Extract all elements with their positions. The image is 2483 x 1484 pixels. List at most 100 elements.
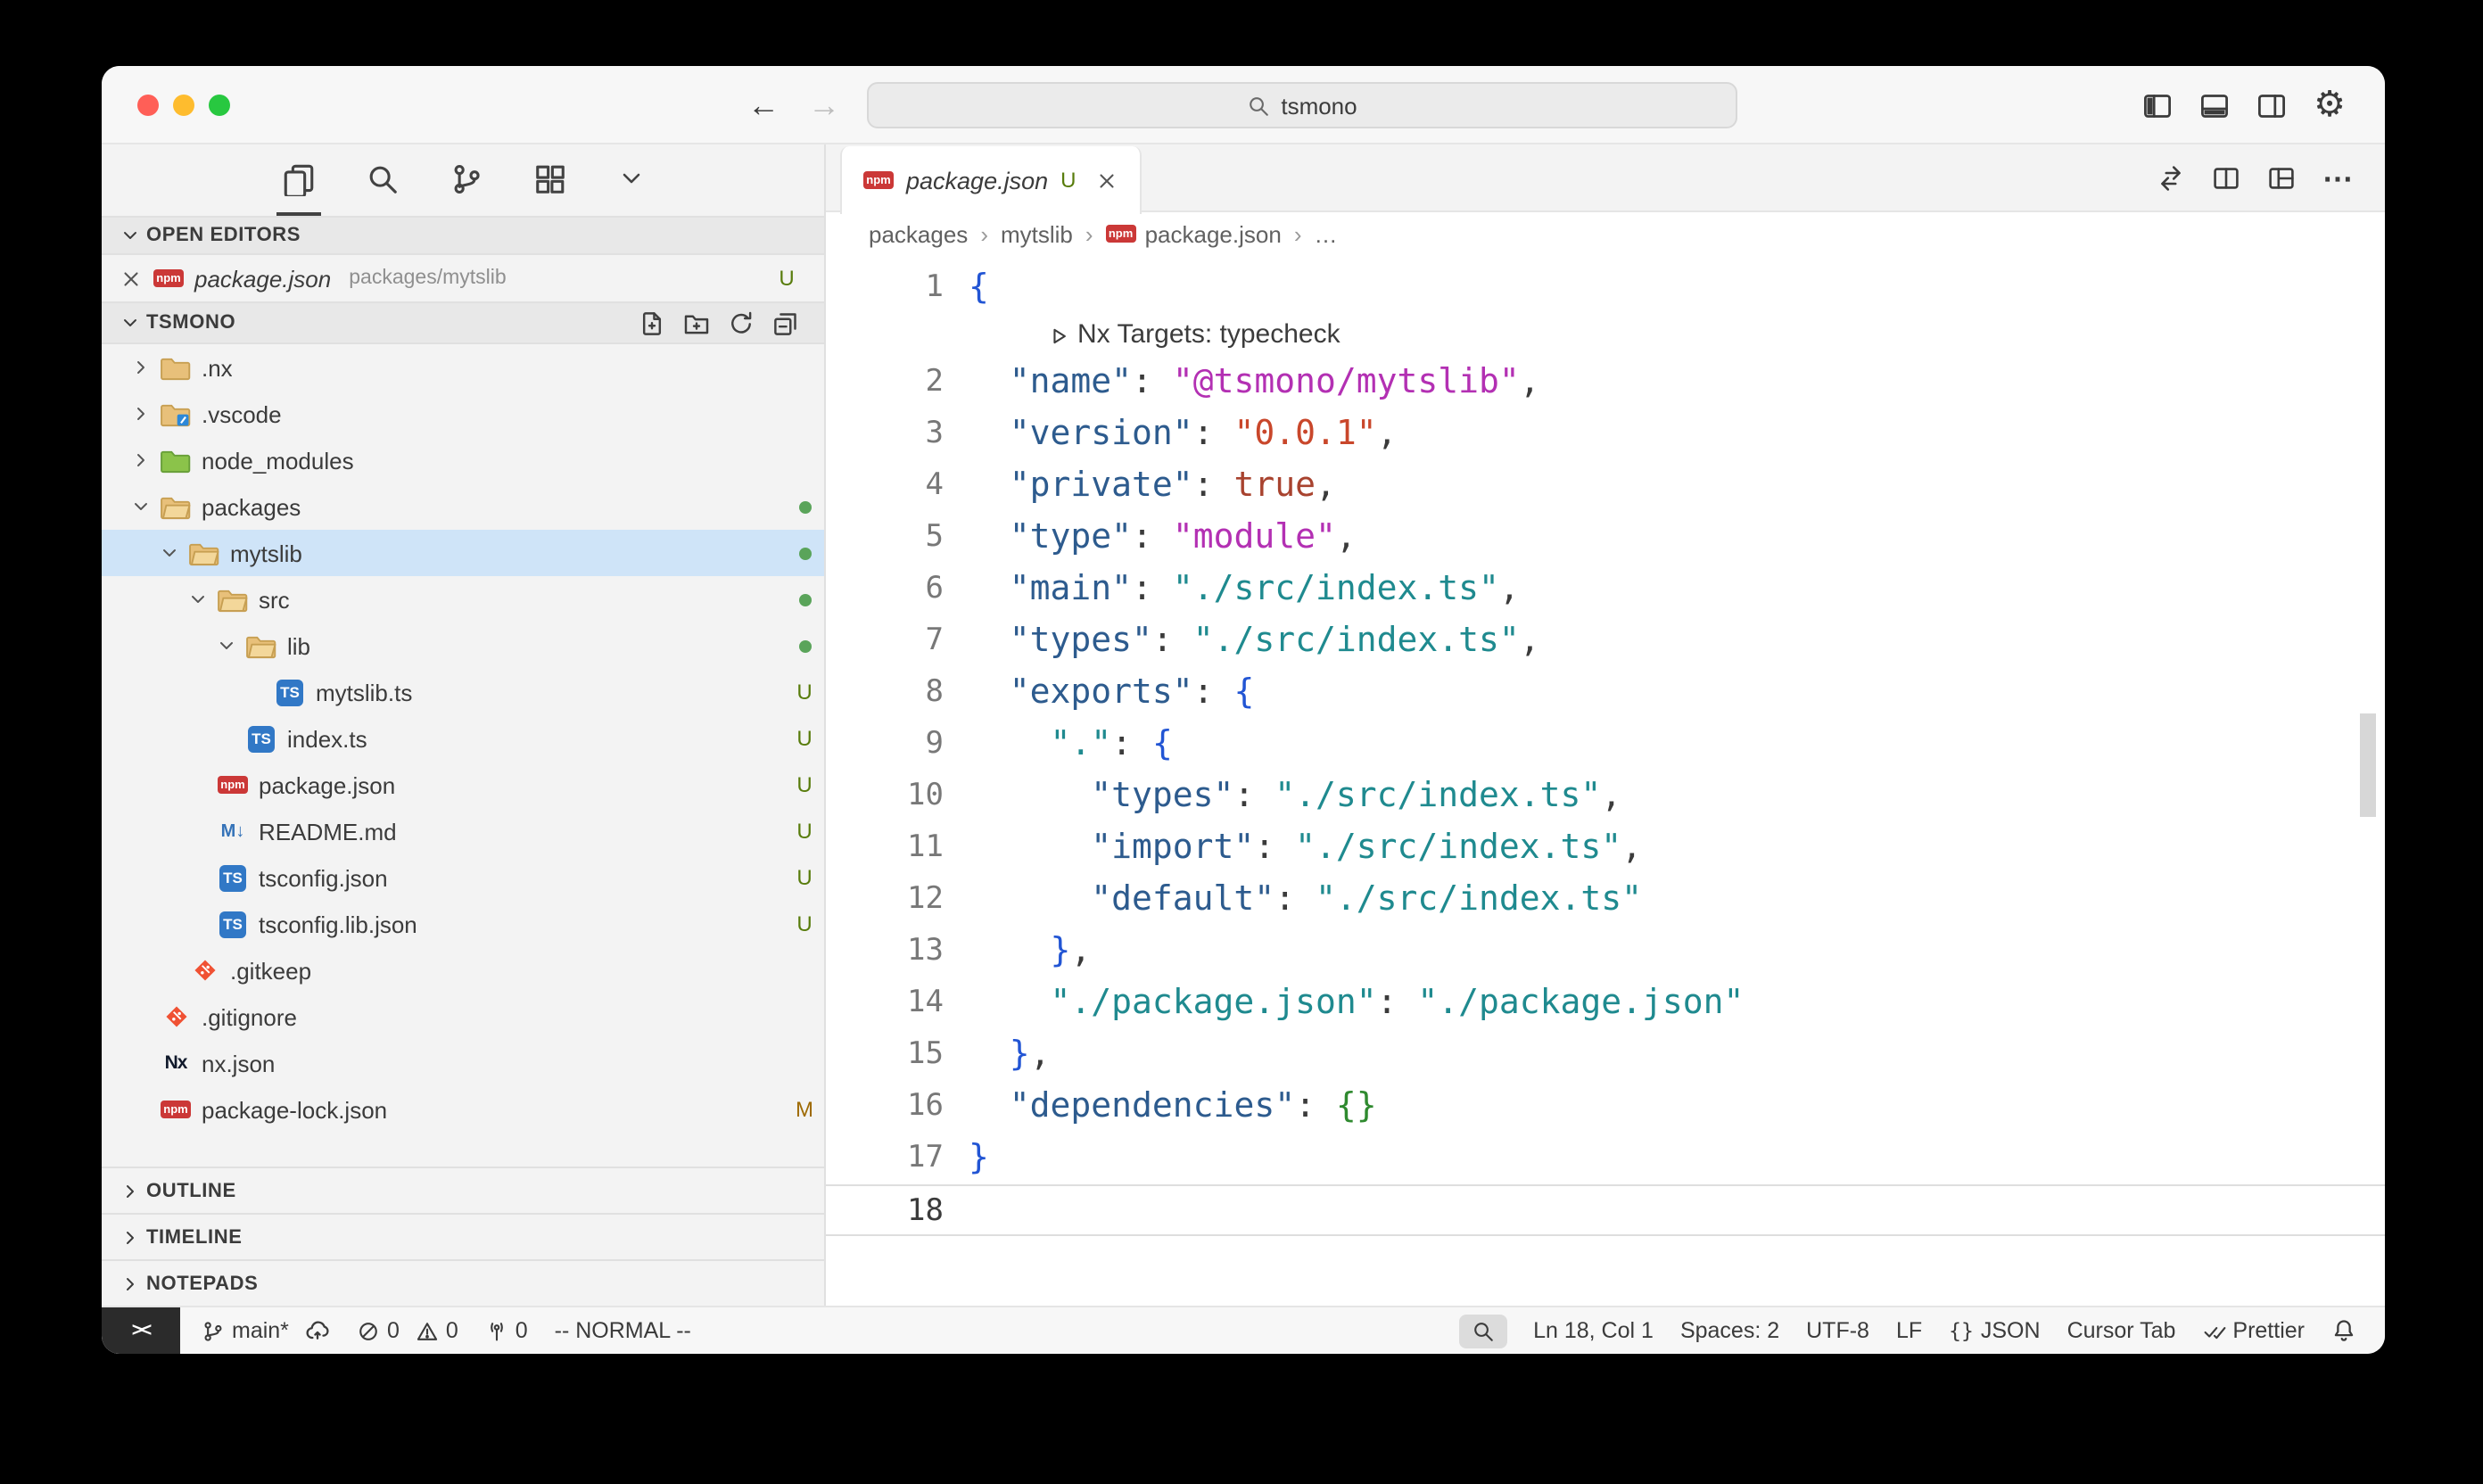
sidebar-section-timeline[interactable]: TIMELINE: [102, 1213, 824, 1259]
breadcrumb-item-packages[interactable]: packages: [869, 220, 968, 247]
tree-item-tsconfig.lib.json[interactable]: TStsconfig.lib.jsonU: [102, 901, 824, 947]
minimize-window-button[interactable]: [173, 95, 194, 116]
line-number: 5: [826, 512, 969, 564]
tree-item-mytslib.ts[interactable]: TSmytslib.tsU: [102, 669, 824, 715]
code-line-16[interactable]: 16 "dependencies": {}: [826, 1081, 2385, 1133]
tree-item-tsconfig.json[interactable]: TStsconfig.jsonU: [102, 854, 824, 901]
close-window-button[interactable]: [137, 95, 159, 116]
refresh-explorer-icon[interactable]: [728, 309, 755, 336]
code-line-18[interactable]: 18: [826, 1184, 2385, 1236]
open-editor-item[interactable]: npm package.json packages/mytslib U: [102, 255, 824, 301]
code-line-4[interactable]: 4 "private": true,: [826, 460, 2385, 512]
source-control-view-icon[interactable]: [443, 144, 488, 216]
breadcrumb-item-mytslib[interactable]: mytslib: [1001, 220, 1073, 247]
line-number: 7: [826, 615, 969, 667]
folder-open-icon: [159, 491, 193, 522]
close-tab-icon[interactable]: [1095, 169, 1118, 192]
cursor-tab-status[interactable]: Cursor Tab: [2067, 1318, 2176, 1343]
split-editor-icon[interactable]: [2212, 164, 2240, 193]
tree-item-package-lock.json[interactable]: npmpackage-lock.jsonM: [102, 1086, 824, 1133]
code-line-15[interactable]: 15 },: [826, 1029, 2385, 1081]
settings-gear-icon[interactable]: ⚙: [2314, 87, 2346, 123]
codelens-nx-targets[interactable]: Nx Targets: typecheck: [826, 314, 2385, 357]
more-views-icon[interactable]: [611, 144, 650, 216]
cursor-position-status[interactable]: Ln 18, Col 1: [1533, 1318, 1654, 1343]
code-line-11[interactable]: 11 "import": "./src/index.ts",: [826, 822, 2385, 874]
tree-item-.gitkeep[interactable]: .gitkeep: [102, 947, 824, 993]
notifications-bell-icon[interactable]: [2331, 1318, 2356, 1343]
open-editor-filename: package.json: [194, 265, 331, 292]
code-line-3[interactable]: 3 "version": "0.0.1",: [826, 408, 2385, 460]
code-line-2[interactable]: 2 "name": "@tsmono/mytslib",: [826, 357, 2385, 408]
eol-status[interactable]: LF: [1896, 1318, 1922, 1343]
tab-package-json[interactable]: npm package.json U: [840, 146, 1142, 214]
code-line-5[interactable]: 5 "type": "module",: [826, 512, 2385, 564]
open-editors-header[interactable]: OPEN EDITORS: [102, 216, 824, 255]
forward-button[interactable]: →: [808, 87, 840, 124]
file-tree: .nx.vscodenode_modulespackagesmytslibsrc…: [102, 344, 824, 1167]
command-search-box[interactable]: tsmono: [867, 82, 1737, 128]
formatter-status[interactable]: Prettier: [2202, 1318, 2305, 1343]
npm-icon: npm: [1106, 225, 1136, 243]
breadcrumb-item-[interactable]: …: [1315, 220, 1338, 247]
project-section-header[interactable]: TSMONO: [102, 301, 824, 344]
npm-icon: npm: [216, 776, 250, 794]
toggle-panel-icon[interactable]: [2199, 90, 2230, 120]
extensions-view-icon[interactable]: [527, 144, 572, 216]
titlebar: ← → tsmono ⚙: [102, 66, 2385, 144]
breadcrumb-item-package.json[interactable]: npmpackage.json: [1106, 220, 1282, 247]
back-button[interactable]: ←: [747, 87, 780, 124]
encoding-status[interactable]: UTF-8: [1806, 1318, 1869, 1343]
zoom-indicator[interactable]: [1458, 1314, 1506, 1348]
code-editor[interactable]: 1{Nx Targets: typecheck2 "name": "@tsmon…: [826, 255, 2385, 1306]
sidebar-section-outline[interactable]: OUTLINE: [102, 1167, 824, 1213]
new-folder-icon[interactable]: [683, 309, 710, 336]
code-line-13[interactable]: 13 },: [826, 926, 2385, 977]
tree-item-package.json[interactable]: npmpackage.jsonU: [102, 762, 824, 808]
code-line-8[interactable]: 8 "exports": {: [826, 667, 2385, 719]
code-line-7[interactable]: 7 "types": "./src/index.ts",: [826, 615, 2385, 667]
tab-git-badge: U: [1060, 168, 1076, 193]
editor-layout-icon[interactable]: [2267, 164, 2296, 193]
more-actions-icon[interactable]: ⋯: [2322, 163, 2353, 194]
explorer-view-icon[interactable]: [276, 144, 320, 216]
tree-item-lib[interactable]: lib: [102, 622, 824, 669]
code-line-17[interactable]: 17}: [826, 1133, 2385, 1184]
indentation-status[interactable]: Spaces: 2: [1680, 1318, 1779, 1343]
toggle-secondary-sidebar-icon[interactable]: [2256, 90, 2287, 120]
problems-status[interactable]: 0 0: [357, 1318, 458, 1343]
code-line-9[interactable]: 9 ".": {: [826, 719, 2385, 771]
code-line-10[interactable]: 10 "types": "./src/index.ts",: [826, 771, 2385, 822]
tree-item-src[interactable]: src: [102, 576, 824, 622]
tree-item-node_modules[interactable]: node_modules: [102, 437, 824, 483]
close-editor-icon[interactable]: [120, 267, 143, 290]
collapse-folders-icon[interactable]: [772, 309, 799, 336]
zoom-window-button[interactable]: [209, 95, 230, 116]
breadcrumb: packages›mytslib›npmpackage.json›…: [826, 212, 2385, 255]
tree-item-README.md[interactable]: M↓README.mdU: [102, 808, 824, 854]
tree-item-nx.json[interactable]: Nxnx.json: [102, 1040, 824, 1086]
remote-indicator[interactable]: ><: [102, 1307, 180, 1354]
code-line-12[interactable]: 12 "default": "./src/index.ts": [826, 874, 2385, 926]
line-number: 13: [826, 926, 969, 977]
code-line-6[interactable]: 6 "main": "./src/index.ts",: [826, 564, 2385, 615]
tree-item-packages[interactable]: packages: [102, 483, 824, 530]
compare-changes-icon[interactable]: [2157, 164, 2185, 193]
line-content: "exports": {: [969, 667, 1254, 719]
new-file-icon[interactable]: [639, 309, 665, 336]
toggle-primary-sidebar-icon[interactable]: [2142, 90, 2173, 120]
tree-item-.nx[interactable]: .nx: [102, 344, 824, 391]
language-status[interactable]: {} JSON: [1949, 1318, 2040, 1343]
branch-status[interactable]: main*: [202, 1318, 330, 1343]
tree-item-.vscode[interactable]: .vscode: [102, 391, 824, 437]
tree-item-.gitignore[interactable]: .gitignore: [102, 993, 824, 1040]
code-line-14[interactable]: 14 "./package.json": "./package.json": [826, 977, 2385, 1029]
ports-status[interactable]: 0: [485, 1318, 528, 1343]
code-line-1[interactable]: 1{: [826, 262, 2385, 314]
search-view-icon[interactable]: [359, 144, 404, 216]
tree-item-mytslib[interactable]: mytslib: [102, 530, 824, 576]
tree-item-index.ts[interactable]: TSindex.tsU: [102, 715, 824, 762]
editor-scrollbar[interactable]: [2360, 713, 2376, 817]
breadcrumb-separator: ›: [1085, 220, 1093, 247]
sidebar-section-notepads[interactable]: NOTEPADS: [102, 1259, 824, 1306]
